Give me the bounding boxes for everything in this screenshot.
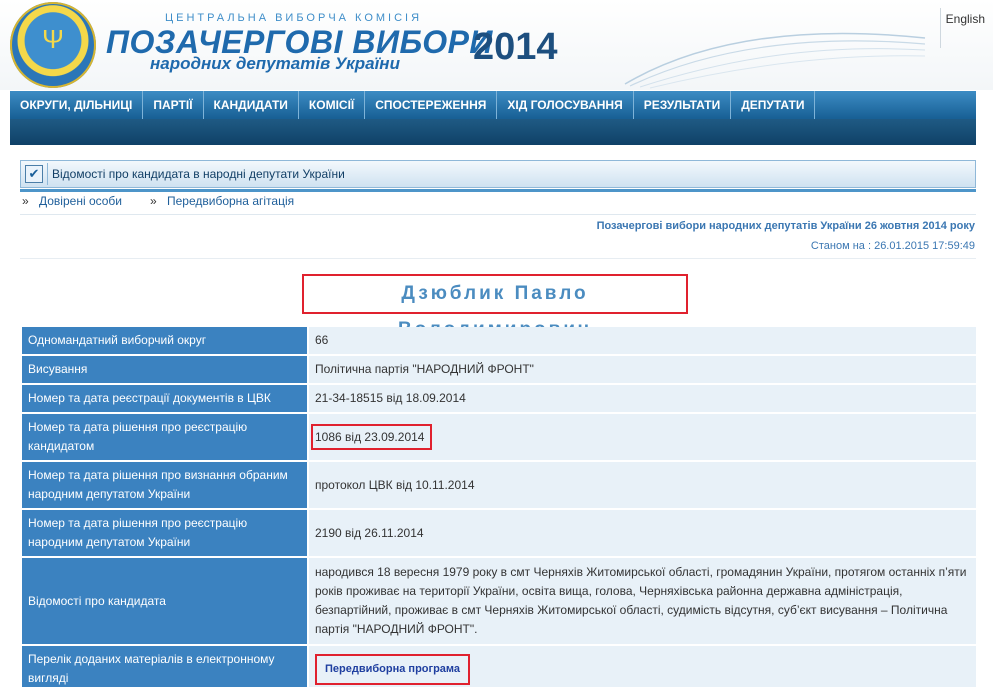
commission-name: ЦЕНТРАЛЬНА ВИБОРЧА КОМІСІЯ [165, 12, 423, 24]
election-year: 2014 [473, 26, 558, 68]
row-label-doc-registration: Номер та дата реєстрації документів в ЦВ… [22, 385, 309, 412]
row-label-candidate-info: Відомості про кандидата [22, 558, 309, 644]
divider [20, 258, 976, 259]
table-row: Відомості про кандидата народився 18 вер… [22, 558, 976, 644]
main-nav: ОКРУГИ, ДІЛЬНИЦІ ПАРТІЇ КАНДИДАТИ КОМІСІ… [10, 91, 976, 119]
row-value-candidate-registration: 1086 від 23.09.2014 [311, 424, 433, 450]
table-row: Одномандатний виборчий округ 66 [22, 327, 976, 354]
row-value-materials-cell: Передвиборна програма [309, 646, 976, 687]
nav-item-candidates[interactable]: КАНДИДАТИ [204, 91, 299, 119]
checkbox-icon: ✔ [25, 165, 43, 183]
row-label-elected-decision: Номер та дата рішення про визнання обран… [22, 462, 309, 508]
link-campaign-agitation[interactable]: Передвиборна агітація [167, 194, 294, 208]
nav-item-results[interactable]: РЕЗУЛЬТАТИ [634, 91, 732, 119]
row-value-district: 66 [309, 327, 976, 354]
trident-icon: Ψ [42, 24, 64, 54]
row-label-materials: Перелік доданих матеріалів в електронном… [22, 646, 309, 687]
divider [20, 214, 976, 215]
row-value-doc-registration: 21-34-18515 від 18.09.2014 [309, 385, 976, 412]
table-row: Номер та дата реєстрації документів в ЦВ… [22, 385, 976, 412]
table-row: Номер та дата рішення про реєстрацію кан… [22, 414, 976, 460]
section-underline [20, 189, 976, 192]
arrow-icon: » [150, 194, 157, 208]
row-value-candidate-info: народився 18 вересня 1979 року в смт Чер… [309, 558, 976, 644]
row-label-candidate-registration: Номер та дата рішення про реєстрацію кан… [22, 414, 309, 460]
nav-item-observation[interactable]: СПОСТЕРЕЖЕННЯ [365, 91, 498, 119]
election-subtitle: народних депутатів України [150, 54, 400, 73]
row-value-candidate-registration-cell: 1086 від 23.09.2014 [309, 414, 976, 460]
program-link[interactable]: Передвиборна програма [315, 653, 471, 685]
site-header: Ψ ЦЕНТРАЛЬНА ВИБОРЧА КОМІСІЯ ПОЗАЧЕРГОВІ… [0, 0, 993, 90]
nav-item-parties[interactable]: ПАРТІЇ [143, 91, 204, 119]
candidate-name: Дзюблик Павло Володимирович [302, 274, 688, 340]
candidate-info-table: Одномандатний виборчий округ 66 Висуванн… [22, 325, 976, 687]
table-row: Перелік доданих матеріалів в електронном… [22, 646, 976, 687]
section-title: Відомості про кандидата в народні депута… [52, 167, 345, 181]
row-value-deputy-registration: 2190 від 26.11.2014 [309, 510, 976, 556]
table-row: Номер та дата рішення про реєстрацію нар… [22, 510, 976, 556]
table-row: Номер та дата рішення про визнання обран… [22, 462, 976, 508]
link-trusted-persons[interactable]: Довірені особи [39, 194, 122, 208]
row-label-nomination: Висування [22, 356, 309, 383]
status-timestamp: Станом на : 26.01.2015 17:59:49 [810, 240, 975, 252]
section-header: ✔ Відомості про кандидата в народні депу… [20, 160, 976, 188]
nav-item-deputies[interactable]: ДЕПУТАТИ [731, 91, 816, 119]
row-label-district: Одномандатний виборчий округ [22, 327, 309, 354]
arrow-icon: » [22, 194, 29, 208]
row-value-nomination: Політична партія "НАРОДНИЙ ФРОНТ" [309, 356, 976, 383]
nav-item-districts[interactable]: ОКРУГИ, ДІЛЬНИЦІ [10, 91, 144, 119]
decorative-swoosh [624, 32, 926, 89]
language-divider [940, 8, 941, 48]
emblem-icon[interactable]: Ψ [10, 2, 96, 88]
row-value-elected-decision: протокол ЦВК від 10.11.2014 [309, 462, 976, 508]
election-link[interactable]: Позачергові вибори народних депутатів Ук… [597, 220, 975, 232]
row-label-deputy-registration: Номер та дата рішення про реєстрацію нар… [22, 510, 309, 556]
language-link-english[interactable]: English [946, 12, 985, 26]
nav-item-commissions[interactable]: КОМІСІЇ [299, 91, 366, 119]
table-row: Висування Політична партія "НАРОДНИЙ ФРО… [22, 356, 976, 383]
nav-item-voting-progress[interactable]: ХІД ГОЛОСУВАННЯ [497, 91, 634, 119]
section-divider [47, 163, 48, 185]
sub-nav-bar [10, 119, 976, 145]
